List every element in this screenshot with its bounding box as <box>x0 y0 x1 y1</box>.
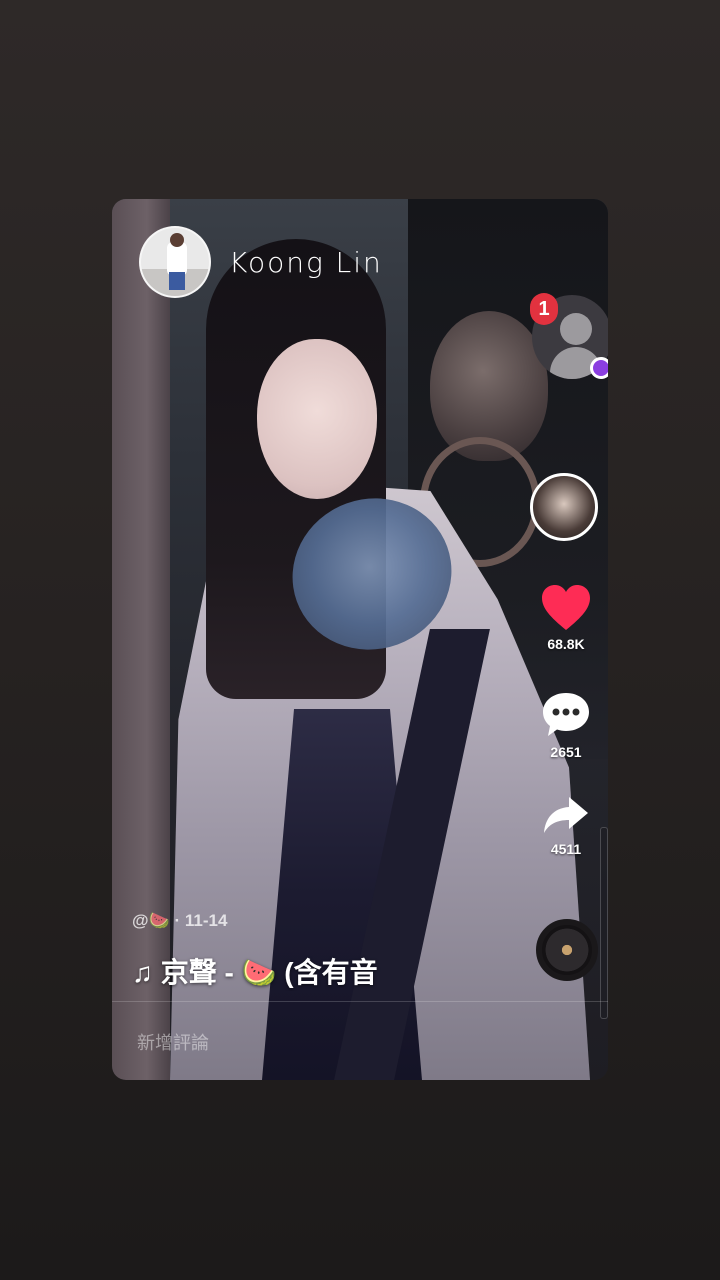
like-button[interactable]: 68.8K <box>530 584 602 652</box>
speech-bubble-icon <box>543 693 589 736</box>
heart-icon <box>542 585 590 630</box>
divider <box>112 1001 608 1002</box>
video-meta: @🍉 · 11-14 <box>132 911 227 931</box>
video-card[interactable]: Koong Lin 1 68.8K 2651 4511 @🍉 · 11-14 ♫… <box>112 199 608 1080</box>
like-count: 68.8K <box>547 636 585 652</box>
share-arrow-icon <box>544 797 588 833</box>
share-button[interactable]: 4511 <box>530 793 602 857</box>
comment-count: 2651 <box>550 744 582 760</box>
music-disc-icon[interactable] <box>536 919 598 981</box>
music-label[interactable]: ♫ 京聲 - 🍉 (含有音 <box>132 951 382 991</box>
comment-input[interactable]: 新增評論 <box>137 1029 209 1055</box>
creator-avatar-button[interactable] <box>530 473 598 541</box>
post-date: · 11-14 <box>174 911 228 930</box>
live-indicator-icon <box>590 357 608 379</box>
profile-username[interactable]: Koong Lin <box>229 246 383 279</box>
profile-avatar[interactable] <box>139 226 211 298</box>
author-handle[interactable]: @🍉 <box>132 911 170 930</box>
notification-badge: 1 <box>530 293 558 325</box>
share-count: 4511 <box>550 841 582 857</box>
comment-button[interactable]: 2651 <box>530 690 602 760</box>
scrollbar[interactable] <box>600 827 608 1019</box>
background-pillar <box>112 199 170 1080</box>
figure-face <box>257 339 377 499</box>
